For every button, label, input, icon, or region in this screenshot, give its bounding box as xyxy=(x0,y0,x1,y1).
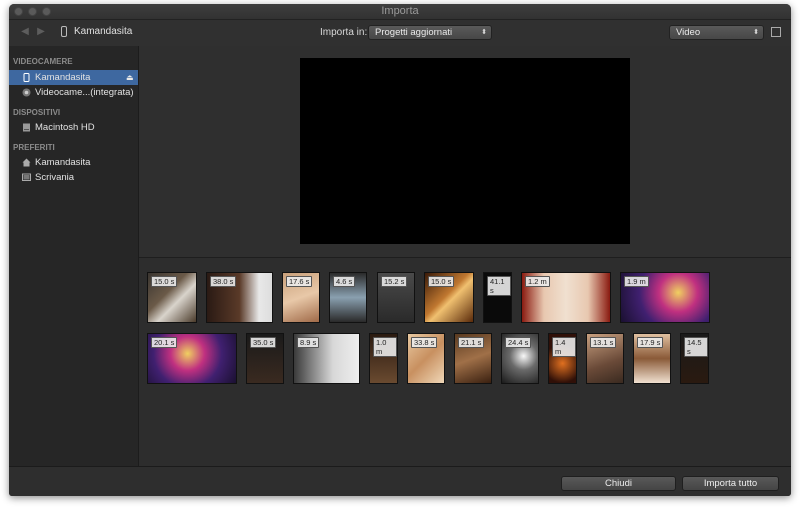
clip-thumbnail[interactable]: 15.2 s xyxy=(377,272,415,323)
clip-duration: 1.9 m xyxy=(624,276,649,287)
clip-thumbnail[interactable]: 1.2 m xyxy=(521,272,611,323)
sidebar-item-label: Kamandasita xyxy=(35,72,91,83)
import-target-select[interactable]: Progetti aggiornati ⬍ xyxy=(368,25,492,40)
window-title: Importa xyxy=(381,5,419,17)
filmstrip-icon[interactable] xyxy=(771,27,781,37)
phone-icon xyxy=(61,26,67,37)
hard-drive-icon xyxy=(23,123,30,132)
sidebar-item-label: Macintosh HD xyxy=(35,122,95,133)
sidebar-item-home[interactable]: Kamandasita xyxy=(9,155,138,170)
main-panel: 15.0 s 38.0 s 17.6 s 4.6 s 15.2 s 15.0 s… xyxy=(139,46,791,466)
clip-duration: 1.0 m xyxy=(373,337,397,357)
clip-thumbnail[interactable]: 20.1 s xyxy=(147,333,237,384)
clip-duration: 14.5 s xyxy=(684,337,708,357)
clip-duration: 17.9 s xyxy=(637,337,664,348)
chevron-updown-icon: ⬍ xyxy=(753,29,759,36)
sidebar-section-favorites: PREFERITI xyxy=(13,143,55,152)
clip-thumbnail[interactable]: 13.1 s xyxy=(586,333,624,384)
clip-duration: 8.9 s xyxy=(297,337,320,348)
clip-browser: 15.0 s 38.0 s 17.6 s 4.6 s 15.2 s 15.0 s… xyxy=(139,258,791,466)
device-name: Kamandasita xyxy=(74,26,133,37)
clip-duration: 15.2 s xyxy=(381,276,408,287)
sidebar-item-macintosh-hd[interactable]: Macintosh HD xyxy=(9,120,138,135)
clip-thumbnail[interactable]: 33.8 s xyxy=(407,333,445,384)
clip-duration: 17.6 s xyxy=(286,276,313,287)
clip-duration: 41.1 s xyxy=(487,276,511,296)
phone-icon xyxy=(23,73,30,82)
camera-icon xyxy=(22,88,31,97)
import-target-value: Progetti aggiornati xyxy=(375,27,453,38)
view-mode-select[interactable]: Video ⬍ xyxy=(669,25,764,40)
toolbar: ◀ ▶ Kamandasita Importa in: Progetti agg… xyxy=(9,20,791,47)
clip-thumbnail[interactable]: 17.6 s xyxy=(282,272,320,323)
sidebar-item-label: Videocame...(integrata) xyxy=(35,87,134,98)
import-all-button[interactable]: Importa tutto xyxy=(682,476,779,491)
clip-duration: 38.0 s xyxy=(210,276,237,287)
clip-thumbnail[interactable]: 1.9 m xyxy=(620,272,710,323)
clip-duration: 33.8 s xyxy=(411,337,438,348)
preview-area xyxy=(139,46,791,258)
close-button[interactable]: Chiudi xyxy=(561,476,676,491)
clip-duration: 4.6 s xyxy=(333,276,356,287)
import-window: Importa ◀ ▶ Kamandasita Importa in: Prog… xyxy=(9,4,791,496)
sidebar-item-builtin-camera[interactable]: Videocame...(integrata) xyxy=(9,85,138,100)
eject-icon[interactable]: ⏏ xyxy=(126,70,134,85)
clip-thumbnail[interactable]: 35.0 s xyxy=(246,333,284,384)
clip-thumbnail[interactable]: 1.4 m xyxy=(548,333,577,384)
clip-thumbnail[interactable]: 14.5 s xyxy=(680,333,709,384)
import-in-label: Importa in: xyxy=(320,27,368,38)
clip-duration: 35.0 s xyxy=(250,337,277,348)
clip-thumbnail[interactable]: 4.6 s xyxy=(329,272,367,323)
clip-duration: 15.0 s xyxy=(151,276,178,287)
view-mode-value: Video xyxy=(676,27,701,38)
desktop-icon xyxy=(22,173,31,181)
clip-duration: 1.2 m xyxy=(525,276,550,287)
sidebar-section-cameras: VIDEOCAMERE xyxy=(13,57,73,66)
clip-duration: 20.1 s xyxy=(151,337,178,348)
back-arrow-icon[interactable]: ◀ xyxy=(17,25,33,39)
clip-thumbnail[interactable]: 38.0 s xyxy=(206,272,273,323)
video-preview[interactable] xyxy=(300,58,630,244)
forward-arrow-icon[interactable]: ▶ xyxy=(33,25,49,39)
sidebar-item-label: Scrivania xyxy=(35,172,75,183)
sidebar: VIDEOCAMERE Kamandasita ⏏ Videocame...(i… xyxy=(9,46,139,466)
sidebar-item-label: Kamandasita xyxy=(35,157,91,168)
clip-thumbnail[interactable]: 15.0 s xyxy=(424,272,474,323)
clip-thumbnail[interactable]: 21.1 s xyxy=(454,333,492,384)
clip-duration: 13.1 s xyxy=(590,337,617,348)
clip-thumbnail[interactable]: 1.0 m xyxy=(369,333,398,384)
clip-thumbnail[interactable]: 17.9 s xyxy=(633,333,671,384)
sidebar-section-devices: DISPOSITIVI xyxy=(13,108,61,117)
title-bar: Importa xyxy=(9,4,791,20)
sidebar-item-kamandasita-camera[interactable]: Kamandasita ⏏ xyxy=(9,70,138,85)
sidebar-item-desktop[interactable]: Scrivania xyxy=(9,170,138,185)
clip-duration: 15.0 s xyxy=(428,276,455,287)
footer-bar: Chiudi Importa tutto xyxy=(9,466,791,496)
clip-duration: 21.1 s xyxy=(458,337,485,348)
clip-duration: 24.4 s xyxy=(505,337,532,348)
clip-thumbnail[interactable]: 41.1 s xyxy=(483,272,512,323)
clip-thumbnail[interactable]: 24.4 s xyxy=(501,333,539,384)
clip-thumbnail[interactable]: 15.0 s xyxy=(147,272,197,323)
clip-duration: 1.4 m xyxy=(552,337,576,357)
home-icon xyxy=(22,158,31,167)
clip-thumbnail[interactable]: 8.9 s xyxy=(293,333,360,384)
chevron-updown-icon: ⬍ xyxy=(481,29,487,36)
